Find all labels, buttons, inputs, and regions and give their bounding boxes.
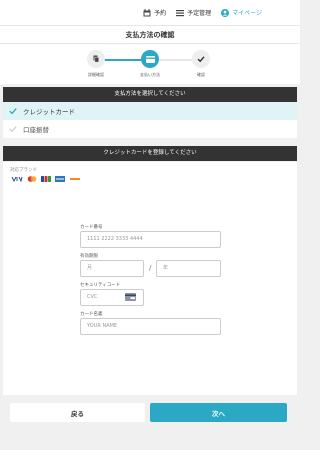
nav-mypage[interactable]: マイページ	[221, 8, 262, 17]
card-icon	[145, 55, 155, 63]
step-confirm-label: 確認	[197, 72, 205, 77]
page-title: 支払方法の確認	[0, 26, 300, 44]
next-button[interactable]: 次へ	[150, 403, 287, 422]
visa-logo-icon	[11, 176, 23, 182]
jcb-logo-icon	[41, 176, 51, 182]
step-payment: 支払い方法	[130, 50, 170, 78]
cvc-label: セキュリティコード	[80, 283, 121, 288]
nav-mypage-label: マイページ	[232, 10, 262, 17]
step-confirm-circle	[192, 50, 210, 68]
nav-reservation-label: 予約	[154, 10, 167, 17]
payment-option-bank-transfer-label: 口座振替	[23, 126, 49, 134]
card-number-input[interactable]: 1111 2222 3333 4444	[80, 231, 221, 248]
card-number-label: カード番号	[80, 225, 103, 230]
step-details: 詳細確認	[76, 50, 116, 78]
step-indicator: 詳細確認 支払い方法 確認	[0, 44, 300, 84]
nav-reservation[interactable]: 予約	[143, 8, 166, 17]
payment-method-heading: 支払方法を選択してください	[3, 87, 297, 102]
cvc-card-icon	[125, 293, 136, 301]
document-icon	[93, 55, 100, 63]
mastercard-logo-icon	[27, 176, 37, 182]
amex-logo-icon	[55, 176, 65, 182]
step-payment-circle	[141, 50, 159, 68]
step-details-circle	[87, 50, 105, 68]
cardholder-name-input[interactable]: YOUR NAME	[80, 318, 221, 335]
payment-option-credit-card[interactable]: クレジットカード	[3, 102, 297, 120]
cardholder-name-label: カード名義	[80, 312, 103, 317]
supported-brands-label: 対応ブランド	[10, 168, 37, 173]
check-icon	[197, 56, 205, 63]
user-icon	[221, 8, 230, 17]
step-details-label: 詳細確認	[88, 72, 104, 77]
back-button[interactable]: 戻る	[10, 403, 145, 422]
payment-option-credit-card-label: クレジットカード	[23, 108, 75, 116]
step-confirm: 確認	[181, 50, 221, 78]
calendar-icon	[143, 8, 151, 16]
expiry-month-input[interactable]: 月	[80, 260, 144, 277]
top-navigation: 予約 予定管理 マイページ	[0, 0, 300, 26]
expiry-year-input[interactable]: 年	[156, 260, 221, 277]
nav-reservation-management[interactable]: 予定管理	[176, 8, 211, 17]
expiry-separator: /	[149, 264, 152, 272]
check-icon	[9, 126, 17, 133]
check-icon	[9, 108, 17, 115]
step-payment-label: 支払い方法	[140, 72, 160, 77]
nav-reservation-management-label: 予定管理	[187, 10, 212, 17]
card-form-panel: 対応ブランド カード番号 1111 2222 3333 4444 有効期限 月 …	[3, 162, 297, 395]
card-brand-logos	[11, 176, 81, 182]
diners-logo-icon	[69, 176, 81, 182]
payment-option-bank-transfer[interactable]: 口座振替	[3, 120, 297, 138]
card-register-heading: クレジットカードを登録してください	[3, 146, 297, 161]
expiry-label: 有効期限	[80, 254, 98, 259]
list-icon	[176, 9, 185, 16]
